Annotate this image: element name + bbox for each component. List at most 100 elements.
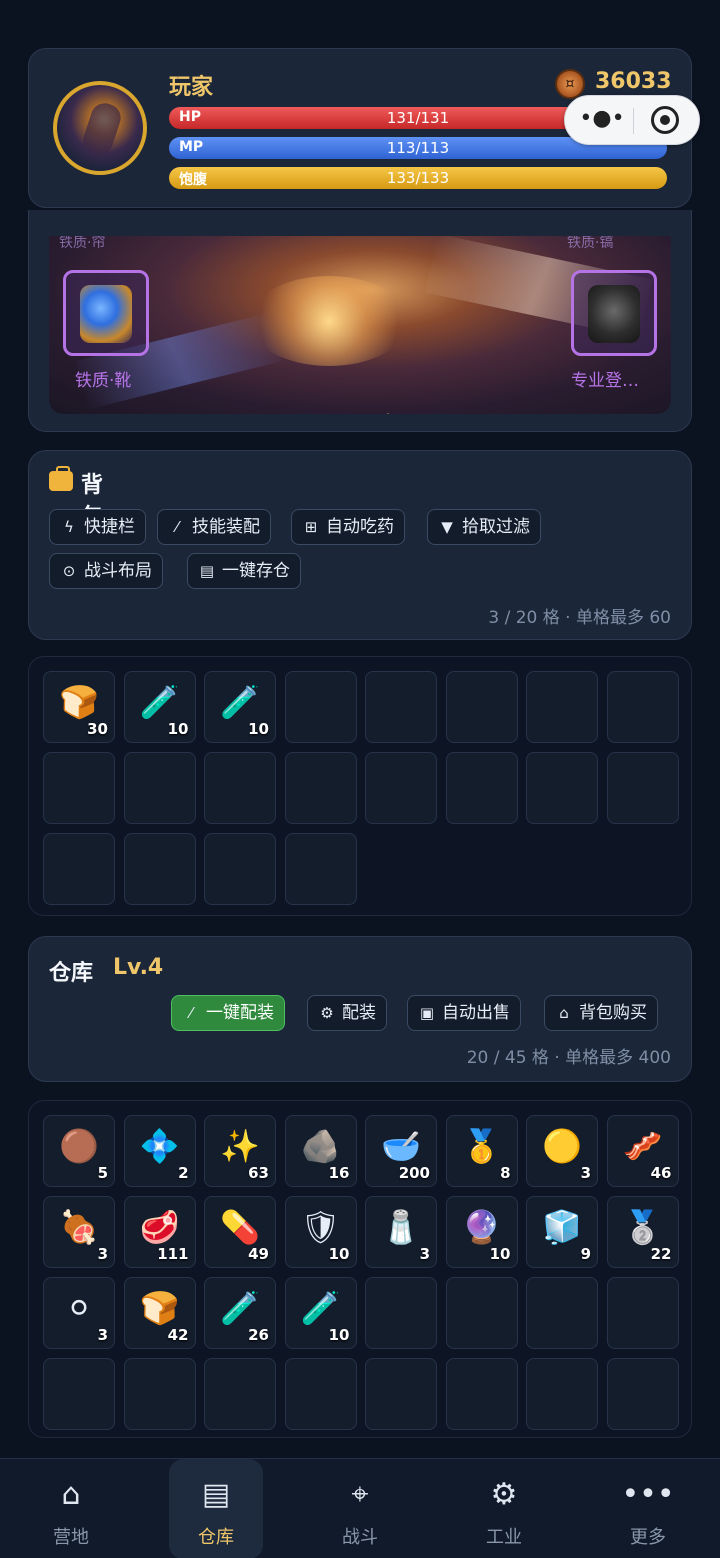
warehouse-slot[interactable]: 💠 2 xyxy=(123,1115,196,1187)
backpack-item-icon: 🧪 xyxy=(220,683,260,721)
backpack-slot[interactable] xyxy=(43,833,115,905)
backpack-slot[interactable] xyxy=(365,671,437,743)
backpack-item-count: 10 xyxy=(248,720,269,738)
warehouse-slot[interactable]: ✨ 63 xyxy=(204,1115,276,1187)
backpack-slot[interactable] xyxy=(123,833,196,905)
backpack-slot[interactable] xyxy=(284,671,357,743)
quickbar-button[interactable]: ϟ 快捷栏 xyxy=(49,509,146,545)
backpack-slot[interactable]: 🍞 30 xyxy=(43,671,115,743)
warehouse-item-count: 5 xyxy=(97,1164,108,1182)
backpack-grid-panel: 🍞 30 🧪 10 🧪 10 xyxy=(28,656,692,916)
warehouse-item-count: 42 xyxy=(167,1326,189,1344)
backpack-slot[interactable]: 🧪 10 xyxy=(123,671,196,743)
backpack-slot[interactable] xyxy=(606,671,679,743)
target-circle-icon[interactable] xyxy=(651,106,679,134)
warehouse-slot[interactable] xyxy=(445,1358,518,1430)
gold-amount: 36033 xyxy=(595,69,672,94)
warehouse-slot[interactable]: 🧊 9 xyxy=(526,1196,598,1268)
gears-icon: ⚙ xyxy=(320,1004,334,1022)
backpack-slot[interactable] xyxy=(365,752,437,824)
equip-slot-backpack-label: 专业登… xyxy=(571,371,639,391)
warehouse-slot[interactable]: 🟤 5 xyxy=(43,1115,115,1187)
player-avatar[interactable] xyxy=(53,81,147,175)
warehouse-slot[interactable] xyxy=(123,1358,196,1430)
warehouse-slot[interactable]: 🥈 22 xyxy=(606,1196,679,1268)
warehouse-slot[interactable] xyxy=(204,1358,276,1430)
nav-more-label: 更多 xyxy=(630,1527,666,1548)
nav-industry[interactable]: ⚙ 工业 xyxy=(457,1459,551,1558)
medkit-icon: ⊞ xyxy=(304,518,318,536)
warehouse-slot[interactable] xyxy=(445,1277,518,1349)
warehouse-item-count: 63 xyxy=(248,1164,269,1182)
backpack-slot[interactable]: 🧪 10 xyxy=(204,671,276,743)
backpack-slot[interactable] xyxy=(204,833,276,905)
warehouse-slot[interactable]: 🧪 10 xyxy=(284,1277,357,1349)
auto-sell-button[interactable]: ▣ 自动出售 xyxy=(407,995,521,1031)
warehouse-slot[interactable]: 🥩 111 xyxy=(123,1196,196,1268)
backpack-slot[interactable] xyxy=(204,752,276,824)
more-dots-icon[interactable]: •●• xyxy=(577,106,627,132)
backpack-slot[interactable] xyxy=(606,752,679,824)
backpack-slot[interactable] xyxy=(526,671,598,743)
warehouse-slot[interactable] xyxy=(365,1358,437,1430)
warehouse-grid: 🟤 5 💠 2 ✨ 63 🪨 16 🥣 200 🥇 8 🟡 3 🥓 46 🍖 3 🥩 111 💊 49 🛡 10 🧂 3 🔮 10 🧊 9… xyxy=(43,1115,679,1430)
nav-camp[interactable]: ⌂ 营地 xyxy=(24,1459,118,1558)
warehouse-slot[interactable]: 💊 49 xyxy=(204,1196,276,1268)
warehouse-slot[interactable]: 🪨 16 xyxy=(284,1115,357,1187)
battle-layout-button[interactable]: ⊙ 战斗布局 xyxy=(49,553,163,589)
warehouse-item-count: 2 xyxy=(178,1164,189,1182)
loadout-button[interactable]: ⚙ 配装 xyxy=(307,995,387,1031)
nav-industry-label: 工业 xyxy=(486,1527,522,1548)
backpack-item-count: 10 xyxy=(167,720,189,738)
skill-equip-button[interactable]: ⁄ 技能装配 xyxy=(157,509,271,545)
warehouse-slot[interactable]: 🥓 46 xyxy=(606,1115,679,1187)
warehouse-slot[interactable]: 🍞 42 xyxy=(123,1277,196,1349)
nav-storage[interactable]: ▤ 仓库 xyxy=(169,1459,263,1558)
backpack-purchase-button[interactable]: ⌂ 背包购买 xyxy=(544,995,658,1031)
miniprogram-capsule: •●• xyxy=(564,95,700,145)
satiety-bar: 饱腹 133/133 xyxy=(169,167,667,189)
one-click-store-button[interactable]: ▤ 一键存仓 xyxy=(187,553,301,589)
backpack-slot[interactable] xyxy=(123,752,196,824)
warehouse-slot[interactable]: 🔮 10 xyxy=(445,1196,518,1268)
warehouse-item-icon: 🔮 xyxy=(461,1208,502,1246)
one-click-equip-button[interactable]: ⁄ 一键配装 xyxy=(171,995,285,1031)
equip-slot-boots[interactable] xyxy=(63,270,149,356)
warehouse-slot[interactable]: 🟡 3 xyxy=(526,1115,598,1187)
equip-slot-backpack[interactable] xyxy=(571,270,657,356)
warehouse-slot[interactable]: ⚪ 3 xyxy=(43,1277,115,1349)
warehouse-slot[interactable] xyxy=(43,1358,115,1430)
warehouse-slot[interactable]: 🥇 8 xyxy=(445,1115,518,1187)
nav-battle-label: 战斗 xyxy=(342,1527,378,1548)
backpack-slot[interactable] xyxy=(445,671,518,743)
warehouse-item-icon: 🟤 xyxy=(59,1127,99,1165)
warehouse-slot[interactable] xyxy=(606,1358,679,1430)
warehouse-item-count: 10 xyxy=(489,1245,511,1263)
warehouse-item-icon: 🍞 xyxy=(139,1289,180,1327)
warehouse-slot[interactable]: 🧪 26 xyxy=(204,1277,276,1349)
warehouse-slot[interactable] xyxy=(526,1358,598,1430)
warehouse-slot[interactable] xyxy=(526,1277,598,1349)
warehouse-slot[interactable] xyxy=(606,1277,679,1349)
backpack-slot[interactable] xyxy=(43,752,115,824)
backpack-item-count: 30 xyxy=(87,720,108,738)
auto-potion-button[interactable]: ⊞ 自动吃药 xyxy=(291,509,405,545)
backpack-slot[interactable] xyxy=(284,833,357,905)
warehouse-level: Lv.4 xyxy=(113,955,164,980)
nav-battle[interactable]: ⌖ 战斗 xyxy=(313,1459,407,1558)
pickup-filter-button[interactable]: ▼ 拾取过滤 xyxy=(427,509,541,545)
warehouse-slot[interactable]: 🧂 3 xyxy=(365,1196,437,1268)
backpack-slot[interactable] xyxy=(284,752,357,824)
nav-more[interactable]: ••• 更多 xyxy=(601,1459,695,1558)
warehouse-item-icon: 🥈 xyxy=(622,1208,663,1246)
warehouse-item-icon: 🥣 xyxy=(381,1127,421,1165)
warehouse-slot[interactable] xyxy=(284,1358,357,1430)
warehouse-item-count: 26 xyxy=(248,1326,269,1344)
warehouse-slot[interactable]: 🍖 3 xyxy=(43,1196,115,1268)
warehouse-slot[interactable]: 🛡 10 xyxy=(284,1196,357,1268)
lightning-icon: ϟ xyxy=(64,518,74,536)
backpack-slot[interactable] xyxy=(526,752,598,824)
backpack-slot[interactable] xyxy=(445,752,518,824)
warehouse-slot[interactable]: 🥣 200 xyxy=(365,1115,437,1187)
warehouse-slot[interactable] xyxy=(365,1277,437,1349)
